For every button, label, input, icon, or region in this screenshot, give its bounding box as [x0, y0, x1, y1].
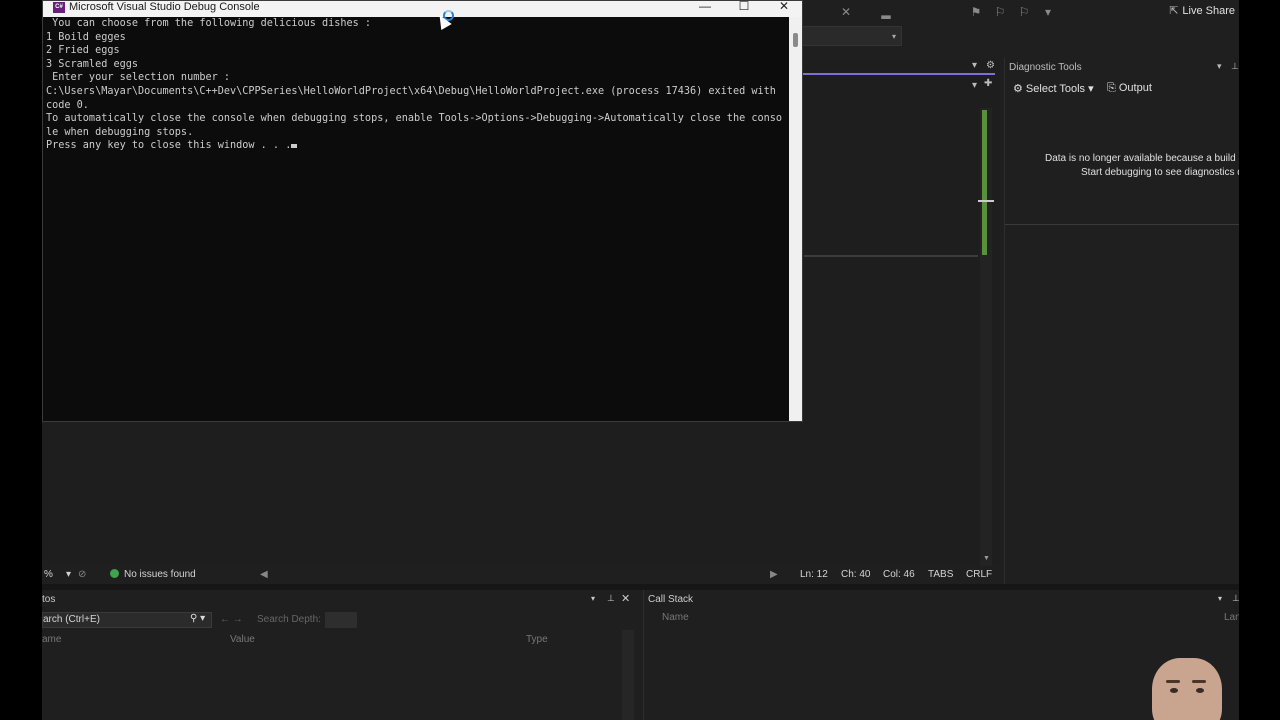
scroll-left-icon[interactable]: ◀ [260, 569, 268, 580]
pane-dropdown-icon[interactable]: ▾ [1217, 61, 1222, 72]
console-title: Microsoft Visual Studio Debug Console [69, 1, 260, 13]
pane-dropdown-icon[interactable]: ▾ [591, 594, 595, 603]
pane-dropdown-icon[interactable]: ▾ [1218, 594, 1222, 603]
presenter-eye [1170, 688, 1178, 693]
search-depth-label: Search Depth: [257, 614, 321, 625]
console-line: Enter your selection number : [46, 72, 231, 84]
console-line: To automatically close the console when … [46, 113, 783, 125]
console-line: Press any key to close this window . . . [46, 140, 292, 152]
column-language[interactable]: Lan [1224, 612, 1239, 623]
vs-app-icon: C# [53, 2, 65, 13]
left-letterbox [0, 0, 42, 720]
output-button[interactable]: ⎘ Output [1107, 82, 1152, 95]
output-label: Output [1118, 82, 1152, 94]
column-number[interactable]: Col: 46 [883, 569, 915, 580]
search-icon[interactable]: ⚲ ▾ [190, 613, 205, 624]
close-button[interactable]: ✕ [764, 0, 804, 14]
maximize-button[interactable]: ☐ [724, 0, 764, 14]
zoom-level[interactable]: % [44, 569, 53, 580]
console-line: code 0. [46, 99, 89, 111]
gear-icon: ⚙ [1013, 83, 1026, 95]
debug-console-window[interactable]: C# Microsoft Visual Studio Debug Console… [42, 0, 803, 422]
tab-dropdown-icon[interactable]: ▾ [972, 60, 977, 71]
output-icon: ⎘ [1107, 82, 1119, 94]
chevron-down-icon[interactable]: ▾ [892, 32, 896, 41]
issues-indicator[interactable]: No issues found [110, 569, 196, 580]
presenter-eye [1196, 688, 1204, 693]
webcam-presenter [1150, 658, 1226, 720]
chevron-down-icon: ▾ [1088, 83, 1094, 95]
gear-icon[interactable]: ⚙ [986, 60, 995, 71]
presenter-brow [1192, 680, 1206, 683]
autos-scrollbar[interactable] [622, 630, 634, 720]
column-value[interactable]: Value [230, 634, 255, 645]
autos-pane: tos ▾ ⊥ ✕ arch (Ctrl+E) ⚲ ▾ ← → Search D… [42, 590, 637, 720]
search-depth-select[interactable] [325, 612, 357, 628]
console-line: le when debugging stops. [46, 126, 194, 138]
zoom-dropdown-icon[interactable]: ▾ [66, 569, 71, 580]
column-name[interactable]: Name [662, 612, 689, 623]
split-editor-icon[interactable]: ✚ [984, 78, 992, 89]
text-cursor [291, 144, 298, 149]
toolbar-overflow-icon[interactable]: ▾ [1040, 4, 1056, 20]
console-output[interactable]: You can choose from the following delici… [46, 17, 788, 153]
console-line: C:\Users\Mayar\Documents\C++Dev\CPPSerie… [46, 85, 776, 97]
presenter-head [1152, 658, 1222, 720]
scroll-position-marker [978, 200, 994, 202]
check-icon [110, 569, 119, 578]
pin-icon[interactable]: ⊥ [1231, 61, 1239, 72]
pin-icon[interactable]: ⊥ [607, 593, 615, 604]
indent-mode[interactable]: TABS [928, 569, 953, 580]
toolbar-debug-icon[interactable]: ▂ [878, 4, 894, 20]
column-name[interactable]: ame [42, 634, 61, 645]
search-nav-arrows[interactable]: ← → [220, 614, 243, 625]
line-ending[interactable]: CRLF [966, 569, 992, 580]
line-number[interactable]: Ln: 12 [800, 569, 828, 580]
char-number[interactable]: Ch: 40 [841, 569, 870, 580]
console-prompt-row: Press any key to close this window . . . [46, 139, 788, 153]
column-type[interactable]: Type [526, 634, 548, 645]
issues-label: No issues found [124, 569, 196, 580]
presenter-brow [1166, 680, 1180, 683]
minimize-button[interactable]: — [685, 0, 725, 14]
select-tools-button[interactable]: ⚙ Select Tools ▾ [1013, 82, 1094, 95]
bookmark-prev-icon[interactable]: ⚐ [992, 4, 1008, 20]
select-tools-label: Select Tools [1025, 83, 1086, 95]
editor-divider [804, 255, 978, 257]
scroll-right-icon[interactable]: ▶ [770, 569, 778, 580]
solution-config-dropdown[interactable] [802, 26, 902, 46]
bookmark-next-icon[interactable]: ⚐ [1016, 4, 1032, 20]
nav-dropdown-icon[interactable]: ▾ [972, 80, 977, 91]
editor-status-bar: % ▾ ⊘ No issues found ◀ ▶ Ln: 12 Ch: 40 … [42, 566, 1000, 584]
right-letterbox [1239, 0, 1280, 720]
console-line: 2 Fried eggs [46, 45, 120, 57]
live-share-label: Live Share [1182, 5, 1235, 17]
diagnostic-tools-title: Diagnostic Tools [1009, 62, 1082, 73]
call-stack-title: Call Stack [648, 594, 694, 605]
change-tracking-bar [982, 110, 987, 255]
diagnostic-message-line2: Start debugging to see diagnostics data. [1081, 167, 1239, 178]
share-icon: ⇱ [1169, 5, 1179, 17]
autos-title: tos [42, 594, 56, 605]
console-scroll-thumb[interactable] [793, 33, 798, 47]
diagnostic-tools-pane: Diagnostic Tools ▾ ⊥ ⚙ Select Tools ▾ ⎘ … [1004, 58, 1239, 584]
health-icon[interactable]: ⊘ [78, 569, 86, 580]
pin-icon[interactable]: ⊥ [1232, 593, 1239, 604]
console-line: You can choose from the following delici… [46, 18, 372, 29]
diagnostic-divider [1005, 224, 1239, 225]
bookmark-icon[interactable]: ⚑ [968, 4, 984, 20]
active-tab-indicator [802, 73, 995, 75]
console-line: 3 Scramled eggs [46, 58, 139, 70]
toolbar-tool-icon[interactable]: ✕ [838, 4, 854, 20]
console-line: 1 Boild egges [46, 31, 126, 43]
console-titlebar[interactable]: C# Microsoft Visual Studio Debug Console… [43, 0, 804, 17]
console-scrollbar[interactable] [789, 17, 802, 421]
diagnostic-message: Data is no longer available because a bu… [1005, 152, 1239, 180]
autos-search-input[interactable]: arch (Ctrl+E) [42, 612, 212, 628]
diagnostic-message-line1: Data is no longer available because a bu… [1045, 153, 1239, 164]
scroll-down-icon[interactable]: ▼ [983, 555, 990, 562]
close-icon[interactable]: ✕ [621, 592, 630, 605]
live-share-button[interactable]: ⇱ Live Share [1169, 4, 1235, 17]
